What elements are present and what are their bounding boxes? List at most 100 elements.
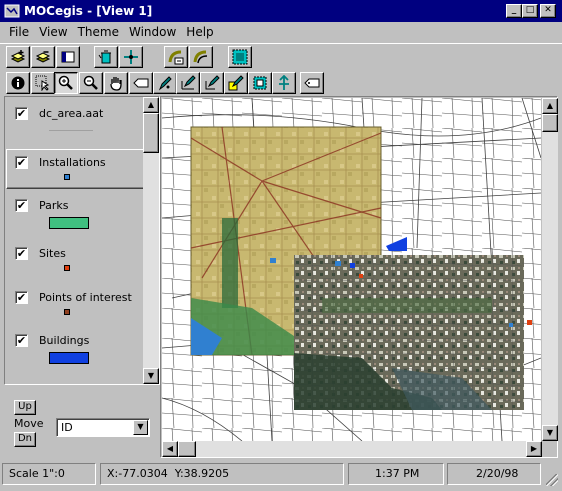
delete-button[interactable] — [94, 46, 118, 68]
status-y: Y:38.9205 — [174, 467, 230, 480]
pointer-icon — [35, 75, 50, 91]
zoom-in-icon — [58, 75, 73, 90]
point-symbol — [64, 265, 70, 271]
select-box-button[interactable] — [248, 72, 272, 94]
move-label: Move — [14, 417, 44, 430]
theme-table-button[interactable] — [56, 46, 80, 68]
tag-button[interactable] — [300, 72, 324, 94]
add-theme-button[interactable] — [6, 46, 30, 68]
close-button[interactable]: ✕ — [540, 4, 556, 18]
legend-layer-buildings[interactable]: ✔ Buildings — [7, 328, 143, 371]
draw-point-button[interactable] — [153, 72, 177, 94]
scroll-up-button[interactable]: ▲ — [542, 98, 558, 114]
pencil-poly-icon — [205, 75, 220, 90]
path-icon — [193, 50, 208, 64]
layer-label: Buildings — [39, 334, 90, 347]
window-title: MOCegis - [View 1] — [24, 4, 153, 18]
legend-layer-dc-area[interactable]: ✔ dc_area.aat — [7, 101, 143, 144]
layer-label: Points of interest — [39, 291, 132, 304]
chevron-down-icon[interactable]: ▼ — [133, 420, 148, 435]
full-extent-button[interactable] — [228, 46, 252, 68]
field-dropdown[interactable]: ID ▼ — [56, 418, 150, 437]
zoom-out-button[interactable] — [79, 72, 103, 94]
fill-symbol — [49, 217, 89, 229]
tools-toolbar — [0, 70, 562, 96]
field-dropdown-value: ID — [61, 421, 73, 434]
layer-label: Parks — [39, 199, 69, 212]
select-box-icon — [253, 76, 267, 90]
pencil-line-icon — [181, 75, 196, 90]
crosshair-icon — [124, 50, 138, 64]
scroll-thumb[interactable] — [178, 441, 196, 457]
legend-layer-installations[interactable]: ✔ Installations — [6, 149, 146, 189]
scroll-right-button[interactable]: ▶ — [526, 441, 542, 457]
trash-icon — [98, 50, 111, 64]
maximize-button[interactable]: □ — [522, 4, 538, 18]
menu-theme[interactable]: Theme — [73, 23, 124, 41]
app-icon — [4, 4, 20, 18]
layer-checkbox[interactable]: ✔ — [15, 334, 28, 347]
map-graphic[interactable] — [162, 98, 541, 441]
layer-label: dc_area.aat — [39, 107, 104, 120]
map-vertical-scrollbar[interactable]: ▲ ▼ — [542, 98, 558, 441]
zoom-out-icon — [83, 75, 98, 90]
move-panel: Up Move Dn ID ▼ — [4, 392, 160, 456]
legend-layer-points-of-interest[interactable]: ✔ Points of interest — [7, 285, 143, 328]
hand-icon — [110, 77, 122, 91]
layer-checkbox[interactable]: ✔ — [15, 291, 28, 304]
add-point-button[interactable] — [119, 46, 143, 68]
fill-symbol — [49, 352, 89, 364]
scroll-thumb[interactable] — [542, 114, 558, 132]
menu-view[interactable]: View — [34, 23, 72, 41]
legend-layer-sites[interactable]: ✔ Sites — [7, 241, 143, 284]
select-button[interactable] — [31, 72, 55, 94]
layer-checkbox[interactable]: ✔ — [15, 107, 28, 120]
status-scale: Scale 1":0 — [2, 463, 96, 485]
remove-theme-button[interactable] — [31, 46, 55, 68]
layer-checkbox[interactable]: ✔ — [15, 247, 28, 260]
menu-file[interactable]: File — [4, 23, 34, 41]
route-button[interactable] — [164, 46, 188, 68]
table-icon — [61, 51, 75, 63]
extent-icon — [232, 49, 248, 65]
legend-layer-parks[interactable]: ✔ Parks — [7, 193, 143, 236]
minimize-button[interactable]: _ — [506, 4, 522, 18]
draw-line-button[interactable] — [176, 72, 200, 94]
scroll-left-button[interactable]: ◀ — [162, 441, 178, 457]
route-icon — [168, 50, 184, 65]
layer-label: Installations — [39, 156, 106, 169]
resize-grip-icon[interactable] — [546, 474, 558, 486]
status-time: 1:37 PM — [348, 463, 444, 485]
move-up-button[interactable]: Up — [14, 400, 36, 415]
zoom-in-button[interactable] — [54, 72, 78, 94]
scroll-down-button[interactable]: ▼ — [143, 368, 159, 384]
scroll-down-button[interactable]: ▼ — [542, 425, 558, 441]
north-arrow-button[interactable] — [272, 72, 296, 94]
status-coordinates: X:-77.0304 Y:38.9205 — [100, 463, 344, 485]
draw-polygon-button[interactable] — [200, 72, 224, 94]
layer-checkbox[interactable]: ✔ — [15, 156, 28, 169]
geocode-button[interactable] — [189, 46, 213, 68]
scroll-up-button[interactable]: ▲ — [143, 97, 159, 113]
label-button[interactable] — [129, 72, 153, 94]
status-x: X:-77.0304 — [107, 467, 168, 480]
main-toolbar — [0, 43, 562, 69]
scroll-thumb[interactable] — [143, 113, 159, 153]
menu-help[interactable]: Help — [181, 23, 218, 41]
map-canvas[interactable] — [162, 98, 541, 441]
move-down-button[interactable]: Dn — [14, 432, 36, 447]
title-bar: MOCegis - [View 1] _ □ ✕ — [0, 0, 562, 22]
point-symbol — [64, 174, 70, 180]
legend-scrollbar[interactable]: ▲ ▼ — [143, 97, 159, 384]
layer-checkbox[interactable]: ✔ — [15, 199, 28, 212]
label-icon — [133, 78, 149, 88]
map-view[interactable]: ▲ ▼ ◀ ▶ — [160, 96, 558, 458]
menu-window[interactable]: Window — [124, 23, 181, 41]
pan-button[interactable] — [104, 72, 128, 94]
layer-label: Sites — [39, 247, 66, 260]
pencil-edit-icon — [228, 75, 244, 91]
identify-button[interactable] — [6, 72, 30, 94]
pencil-point-icon — [158, 76, 172, 91]
map-horizontal-scrollbar[interactable]: ◀ ▶ — [162, 441, 542, 457]
edit-button[interactable] — [224, 72, 248, 94]
